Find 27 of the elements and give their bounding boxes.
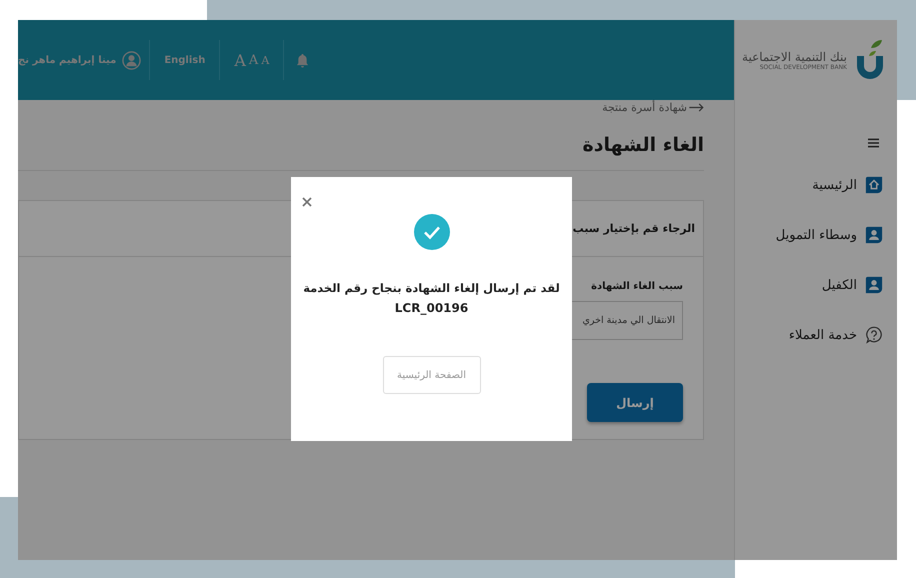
bank-name: بنك التنمية الاجتماعية <box>742 50 847 64</box>
font-size-button[interactable]: A <box>248 52 258 68</box>
card-title: الرجاء قم بإختيار سبب <box>572 222 695 235</box>
person-icon <box>865 226 883 244</box>
nav-item[interactable]: الكفيل <box>735 260 897 310</box>
nav-item[interactable]: الرئيسية <box>735 160 897 210</box>
logo-icon <box>855 38 885 82</box>
language-link[interactable]: English <box>150 40 220 80</box>
question-bubble-icon <box>865 326 883 344</box>
close-icon[interactable] <box>302 197 312 207</box>
person-icon <box>865 276 883 294</box>
menu-icon[interactable] <box>868 138 879 148</box>
checkmark-icon <box>414 214 450 250</box>
home-page-button[interactable]: الصفحة الرئيسية <box>382 356 480 394</box>
page-title: الغاء الشهادة <box>582 133 704 158</box>
font-size-button[interactable]: A <box>261 54 270 66</box>
home-icon <box>865 176 883 194</box>
service-number: LCR_00196 <box>394 301 468 315</box>
font-size-button[interactable]: A <box>234 50 246 70</box>
arrow-icon <box>689 102 704 112</box>
field-label: سبب الغاء الشهادة <box>591 281 683 292</box>
user-name[interactable]: مينا إبراهيم ماهر نج <box>18 54 116 66</box>
nav-item[interactable]: خدمة العملاء <box>735 310 897 360</box>
submit-button[interactable]: إرسال <box>587 383 683 422</box>
nav-item[interactable]: وسطاء التمويل <box>735 210 897 260</box>
breadcrumb-link[interactable]: شهادة أسرة منتجة <box>18 100 704 114</box>
success-message: لقد تم إرسال إلغاء الشهادة بنجاح رقم الخدمة <box>303 281 560 295</box>
